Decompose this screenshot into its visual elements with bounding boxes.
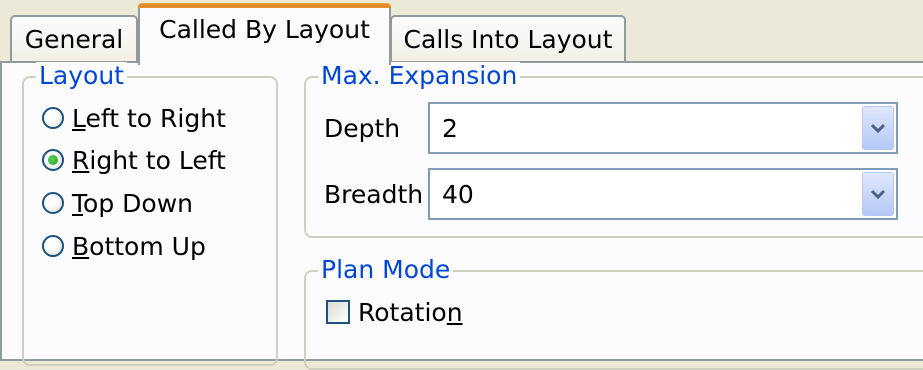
checkbox-unchecked-icon — [326, 300, 350, 324]
radio-top-down[interactable]: Top Down — [42, 186, 193, 220]
max-expansion-group-title: Max. Expansion — [318, 62, 521, 90]
tab-calls-into-layout[interactable]: Calls Into Layout — [390, 15, 626, 62]
radio-left-to-right-label: Left to Right — [72, 103, 226, 133]
radio-bottom-up-label: Bottom Up — [72, 231, 206, 261]
radio-unchecked-icon — [42, 107, 64, 129]
depth-value: 2 — [442, 114, 458, 143]
radio-unchecked-icon — [42, 235, 64, 257]
radio-right-to-left-label: Right to Left — [72, 145, 226, 175]
breadth-combobox[interactable]: 40 — [428, 168, 898, 220]
tab-strip: General Calls Into Layout Called By Layo… — [0, 0, 923, 65]
radio-checked-icon — [42, 149, 64, 171]
tab-general[interactable]: General — [10, 15, 138, 62]
radio-unchecked-icon — [42, 192, 64, 214]
breadth-value: 40 — [442, 180, 474, 209]
radio-bottom-up[interactable]: Bottom Up — [42, 229, 206, 263]
radio-dot-icon — [48, 155, 58, 165]
tab-called-by-layout-label: Called By Layout — [159, 15, 370, 44]
layout-group-title: Layout — [36, 62, 127, 90]
chevron-down-icon — [870, 123, 886, 134]
radio-right-to-left[interactable]: Right to Left — [42, 143, 226, 177]
radio-top-down-label: Top Down — [72, 188, 193, 218]
rotation-label: Rotation — [358, 297, 463, 327]
breadth-label: Breadth — [324, 180, 424, 209]
tab-general-label: General — [24, 25, 124, 54]
tab-called-by-layout[interactable]: Called By Layout — [138, 3, 391, 65]
depth-dropdown-button[interactable] — [862, 106, 894, 150]
tab-calls-into-layout-label: Calls Into Layout — [403, 25, 613, 54]
rotation-checkbox[interactable]: Rotation — [326, 296, 463, 328]
plan-mode-group-title: Plan Mode — [318, 256, 454, 284]
depth-combobox[interactable]: 2 — [428, 102, 898, 154]
radio-left-to-right[interactable]: Left to Right — [42, 101, 226, 135]
breadth-dropdown-button[interactable] — [862, 172, 894, 216]
depth-label: Depth — [324, 114, 401, 143]
chevron-down-icon — [870, 189, 886, 200]
